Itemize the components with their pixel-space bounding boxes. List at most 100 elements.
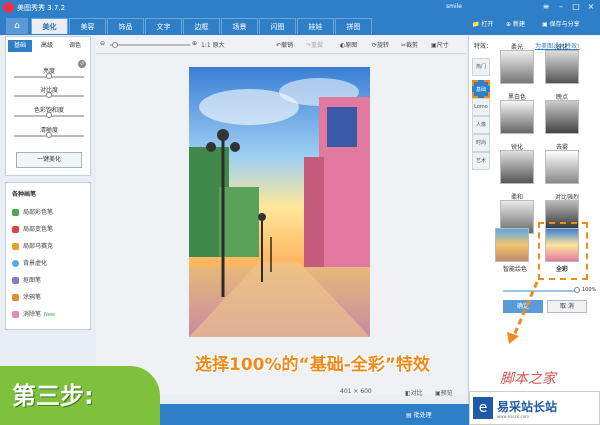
brush-cutout[interactable]: 抠图笔 bbox=[12, 275, 41, 284]
eraser-icon bbox=[12, 311, 19, 318]
tab-text[interactable]: 文字 bbox=[145, 18, 182, 34]
new-label: 新建 bbox=[512, 21, 525, 28]
save-share-label: 保存与分享 bbox=[549, 21, 580, 28]
brush-label: 局部变色笔 bbox=[23, 226, 54, 233]
brush-label: 局部彩色笔 bbox=[23, 209, 54, 216]
batch-label: 批处理 bbox=[413, 412, 432, 419]
brush-label: 局部马赛克 bbox=[23, 243, 54, 250]
blur-icon bbox=[12, 260, 19, 267]
redo-button[interactable]: ↷重做 bbox=[306, 40, 323, 49]
vtab-hot[interactable]: 热门 bbox=[472, 58, 490, 76]
rotate-label: 旋转 bbox=[377, 42, 390, 49]
maximize-icon[interactable]: □ bbox=[570, 1, 582, 13]
image-dimensions: 401 × 600 bbox=[340, 388, 372, 395]
preview-button[interactable]: ▣预览 bbox=[435, 388, 453, 397]
watermark-script: 脚本之家 bbox=[500, 371, 556, 387]
close-icon[interactable]: × bbox=[585, 1, 597, 13]
brush-label: 消除笔 bbox=[23, 311, 42, 318]
effect-opacity-knob[interactable] bbox=[574, 287, 580, 293]
save-share-button[interactable]: ▣ 保存与分享 bbox=[542, 19, 580, 28]
zoom-slider-knob[interactable] bbox=[112, 42, 118, 48]
home-icon[interactable]: ⌂ bbox=[6, 18, 28, 34]
tab-doll[interactable]: 娃娃 bbox=[297, 18, 334, 34]
main-tabs: ⌂ 美化 美容 饰品 文字 边框 场景 闪图 娃娃 拼图 📁 打开 ⊕ 新建 ▣… bbox=[0, 15, 600, 35]
vtab-portrait[interactable]: 人像 bbox=[472, 116, 490, 134]
menu-icon[interactable]: ≡ bbox=[540, 1, 552, 13]
contrast-knob[interactable] bbox=[46, 92, 52, 98]
brush-label: 涂鸦笔 bbox=[23, 294, 42, 301]
crop-button[interactable]: ✂裁剪 bbox=[401, 40, 418, 49]
cutout-icon bbox=[12, 277, 19, 284]
minimize-icon[interactable]: – bbox=[555, 1, 567, 13]
effect-dehaze-thumb[interactable] bbox=[545, 150, 579, 184]
brush-label: 背景虚化 bbox=[23, 260, 48, 267]
user-name[interactable]: smile bbox=[446, 3, 462, 10]
effect-smart-color-thumb[interactable] bbox=[495, 228, 529, 262]
saturation-knob[interactable] bbox=[46, 112, 52, 118]
edit-toolbar: ⊖ ⊕ 1:1 原大 ↶撤销 ↷重做 ◐原图 ⟳旋转 ✂裁剪 ▣尺寸 bbox=[96, 36, 466, 54]
vtab-basic[interactable]: 基础 bbox=[472, 80, 490, 98]
effect-sharpen2-thumb[interactable] bbox=[500, 150, 534, 184]
brush-local-recolor[interactable]: 局部变色笔 bbox=[12, 224, 53, 233]
zoom-out-icon[interactable]: ⊖ bbox=[100, 40, 105, 47]
adjust-panel: 基础 高级 调色 ↺ 亮度 对比度 色彩饱和度 清晰度 一键美化 bbox=[5, 36, 91, 176]
tab-decorations[interactable]: 饰品 bbox=[107, 18, 144, 34]
resize-button[interactable]: ▣尺寸 bbox=[431, 40, 449, 49]
original-button[interactable]: ◐原图 bbox=[340, 40, 357, 49]
compare-button[interactable]: ◧对比 bbox=[405, 388, 423, 397]
brush-panel-title: 各种画笔 bbox=[12, 191, 37, 198]
subtab-advanced[interactable]: 高级 bbox=[35, 40, 59, 52]
tab-scene[interactable]: 场景 bbox=[221, 18, 258, 34]
actual-size-button[interactable]: 1:1 原大 bbox=[201, 40, 225, 49]
brush-mosaic[interactable]: 局部马赛克 bbox=[12, 241, 53, 250]
subtab-color[interactable]: 调色 bbox=[63, 40, 87, 52]
open-label: 打开 bbox=[481, 21, 494, 28]
compare-label: 对比 bbox=[410, 390, 423, 397]
opacity-value: 100% bbox=[582, 287, 597, 293]
batch-button[interactable]: ▤ 批处理 bbox=[406, 410, 432, 419]
sharpness-knob[interactable] bbox=[46, 132, 52, 138]
brand-logo-icon: e bbox=[473, 397, 493, 419]
vtab-art[interactable]: 艺术 bbox=[472, 152, 490, 170]
brush-bg-blur[interactable]: 背景虚化 bbox=[12, 258, 47, 267]
new-button[interactable]: ⊕ 新建 bbox=[506, 19, 525, 28]
vtab-lomo[interactable]: Lomo bbox=[472, 98, 490, 116]
effect-sharpen-thumb[interactable] bbox=[545, 50, 579, 84]
new-badge: New bbox=[44, 312, 55, 318]
title-bar: 美图秀秀 3.7.2 smile ≡ – □ × bbox=[0, 0, 600, 15]
subtab-basic[interactable]: 基础 bbox=[8, 40, 32, 52]
effect-bw-thumb[interactable] bbox=[500, 100, 534, 134]
zoom-slider[interactable] bbox=[110, 44, 190, 46]
tab-flash[interactable]: 闪图 bbox=[259, 18, 296, 34]
undo-button[interactable]: ↶撤销 bbox=[276, 40, 293, 49]
edited-photo[interactable] bbox=[189, 67, 370, 337]
zoom-in-icon[interactable]: ⊕ bbox=[192, 40, 197, 47]
original-label: 原图 bbox=[345, 42, 358, 49]
crop-label: 裁剪 bbox=[406, 42, 419, 49]
tab-beauty[interactable]: 美容 bbox=[69, 18, 106, 34]
brush-eraser[interactable]: 消除笔 New bbox=[12, 309, 55, 318]
effect-softlight-thumb[interactable] bbox=[500, 50, 534, 84]
rotate-button[interactable]: ⟳旋转 bbox=[372, 40, 389, 49]
vtab-fashion[interactable]: 时尚 bbox=[472, 134, 490, 152]
effect-dusk-thumb[interactable] bbox=[545, 100, 579, 134]
brightness-knob[interactable] bbox=[46, 73, 52, 79]
brush-local-color[interactable]: 局部彩色笔 bbox=[12, 207, 53, 216]
brush-panel: 各种画笔 局部彩色笔 局部变色笔 局部马赛克 背景虚化 抠图笔 涂鸦笔 消除笔 N… bbox=[5, 182, 91, 330]
doodle-icon bbox=[12, 294, 19, 301]
tab-beautify[interactable]: 美化 bbox=[31, 18, 68, 34]
one-key-beautify-button[interactable]: 一键美化 bbox=[16, 152, 82, 168]
tab-frame[interactable]: 边框 bbox=[183, 18, 220, 34]
tab-collage[interactable]: 拼图 bbox=[335, 18, 372, 34]
cancel-button[interactable]: 取 消 bbox=[547, 300, 587, 313]
highlight-full-color bbox=[538, 222, 588, 280]
brush-doodle[interactable]: 涂鸦笔 bbox=[12, 292, 41, 301]
brush-color-icon bbox=[12, 209, 19, 216]
open-button[interactable]: 📁 打开 bbox=[472, 19, 493, 28]
street-photo-image bbox=[189, 67, 370, 337]
effects-header: 特效： bbox=[474, 43, 493, 50]
status-bar: 401 × 600 ◧对比 ▣预览 bbox=[340, 385, 466, 399]
annotation-arrow bbox=[507, 281, 539, 344]
resize-label: 尺寸 bbox=[436, 42, 449, 49]
mosaic-icon bbox=[12, 243, 19, 250]
